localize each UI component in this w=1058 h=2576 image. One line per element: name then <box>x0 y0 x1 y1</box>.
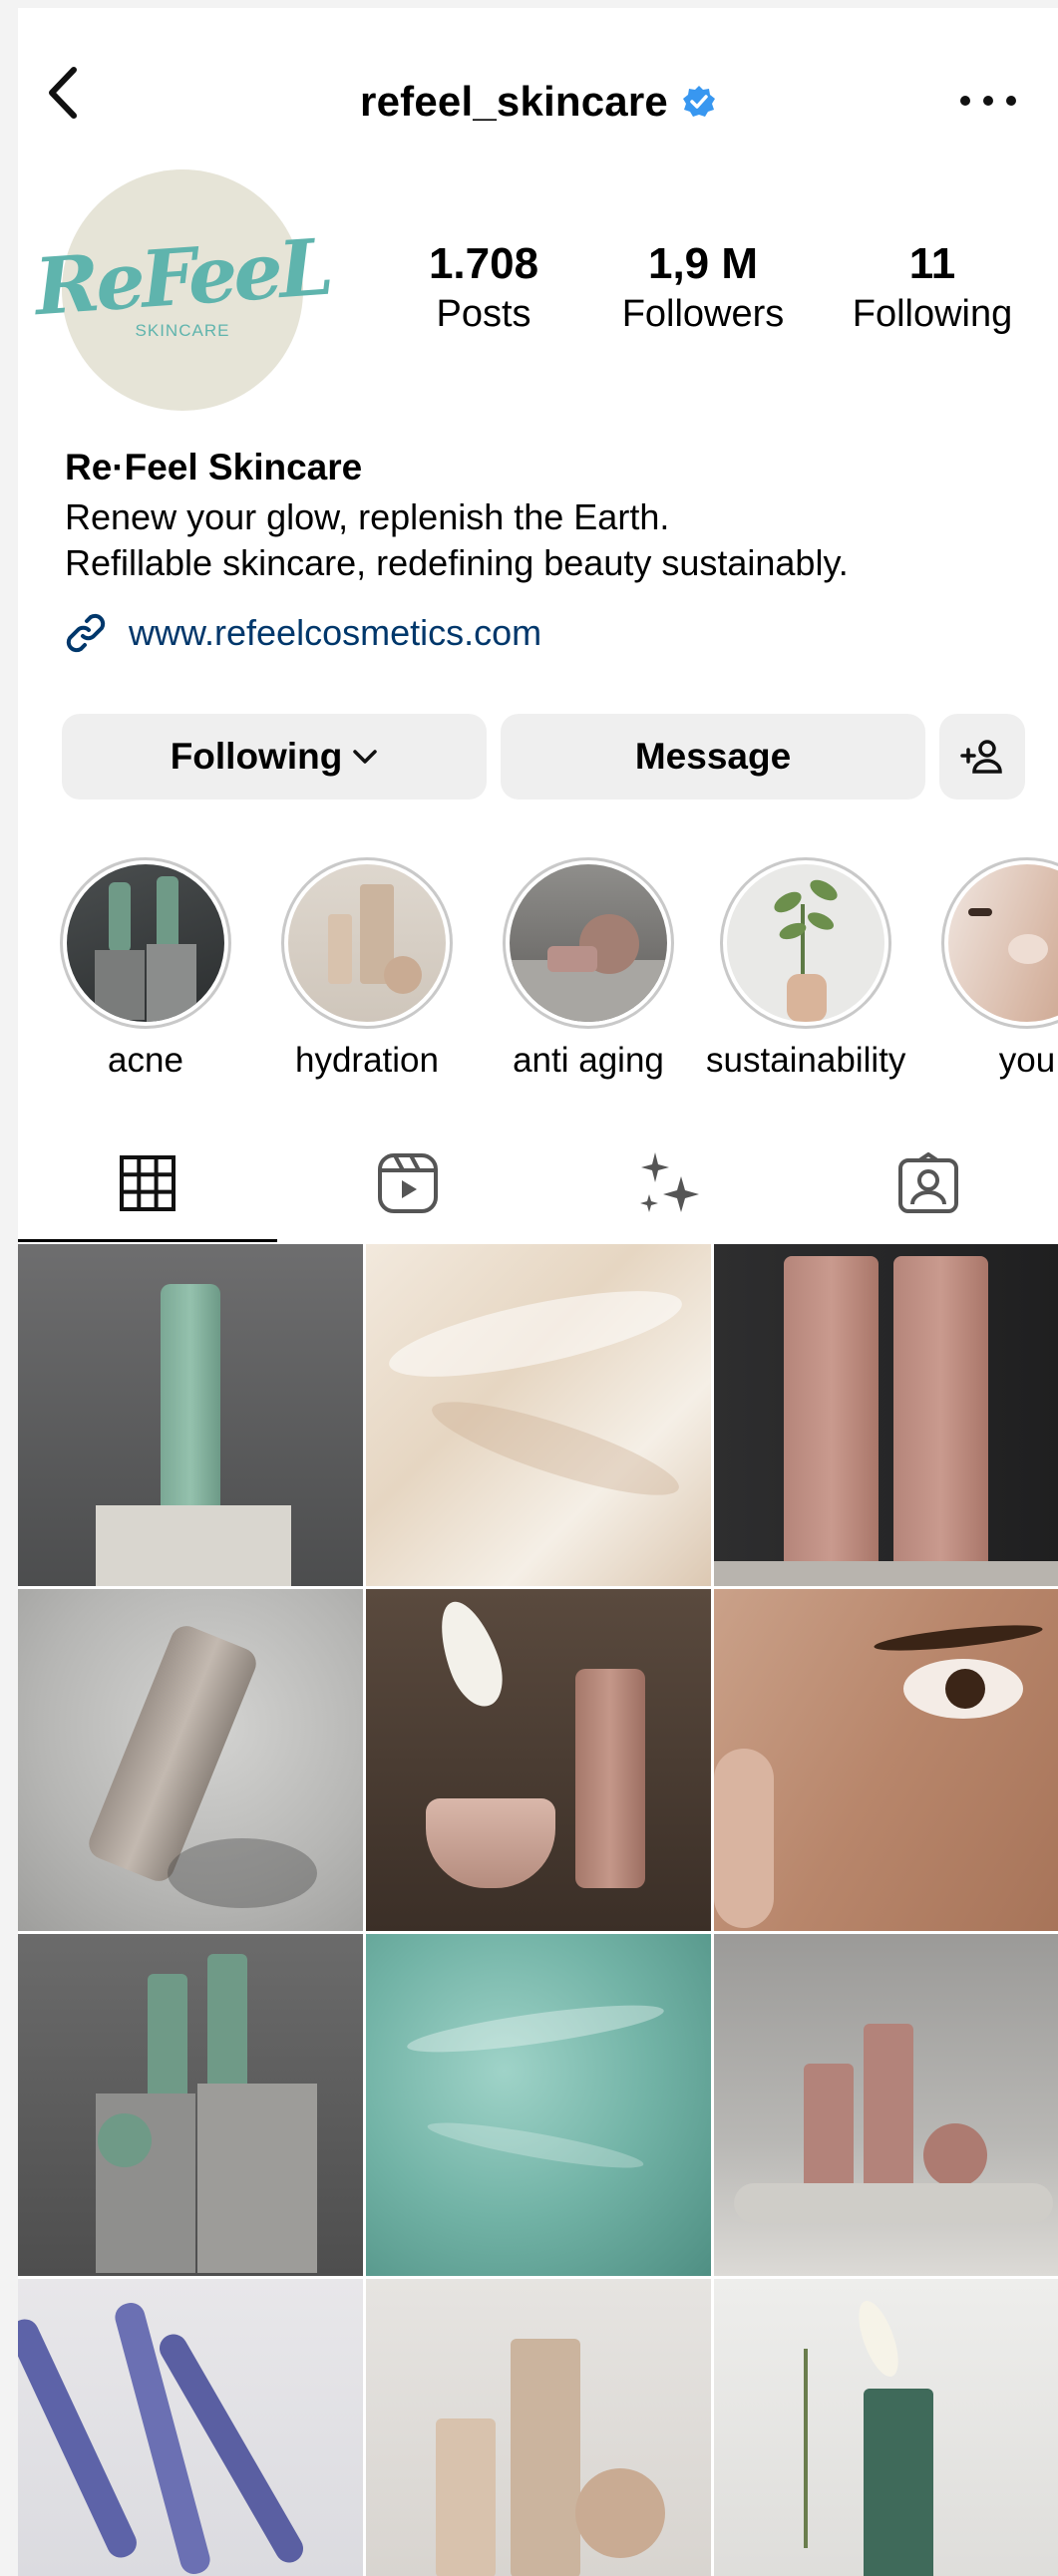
highlight-item[interactable]: anti aging <box>489 857 688 1081</box>
dot-icon <box>1006 96 1016 106</box>
highlight-cover <box>727 864 884 1022</box>
bio-link-text: www.refeelcosmetics.com <box>129 612 542 653</box>
highlight-item[interactable]: hydration <box>267 857 467 1081</box>
highlight-ring <box>60 857 231 1029</box>
grid-post[interactable] <box>714 1934 1058 2276</box>
grid-post[interactable] <box>366 1589 711 1931</box>
highlight-label: you <box>998 1041 1056 1080</box>
grid-post[interactable] <box>714 2279 1058 2576</box>
grid-post[interactable] <box>366 1934 711 2276</box>
reels-icon <box>378 1153 438 1213</box>
followers-count: 1,9 M <box>647 239 759 288</box>
posts-count: 1.708 <box>428 239 539 288</box>
highlight-ring <box>720 857 891 1029</box>
brand-logo: ReFeeL <box>32 221 333 334</box>
stat-followers[interactable]: 1,9 M Followers <box>603 239 803 336</box>
profile-avatar[interactable]: ReFeeL SKINCARE <box>32 169 333 411</box>
grid-post[interactable] <box>18 1934 363 2276</box>
username-wrap: refeel_skincare <box>18 78 1058 126</box>
highlight-item[interactable]: acne <box>46 857 245 1081</box>
add-user-icon <box>960 740 1002 774</box>
bio-link[interactable]: www.refeelcosmetics.com <box>63 610 541 656</box>
highlight-item[interactable]: sustainability <box>706 857 905 1081</box>
highlight-ring <box>281 857 453 1029</box>
highlight-ring <box>941 857 1058 1029</box>
suggest-users-button[interactable] <box>939 714 1025 800</box>
profile-screen: refeel_skincare ReFeeL SKINCARE 1.708 Po… <box>0 0 1058 2576</box>
highlight-cover <box>288 864 446 1022</box>
highlight-cover <box>67 864 224 1022</box>
highlight-label: hydration <box>295 1041 439 1080</box>
tab-effects[interactable] <box>538 1125 798 1242</box>
posts-label: Posts <box>436 293 531 335</box>
grid-post[interactable] <box>366 2279 711 2576</box>
profile-bio: Re·Feel Skincare Renew your glow, replen… <box>65 447 1022 586</box>
status-bar-area <box>0 0 1058 8</box>
left-edge <box>0 0 18 2576</box>
tab-reels[interactable] <box>278 1125 537 1242</box>
grid-icon <box>120 1155 176 1211</box>
tagged-icon <box>898 1152 958 1213</box>
highlight-label: sustainability <box>706 1041 906 1080</box>
more-options-button[interactable] <box>960 86 1016 116</box>
highlight-ring <box>503 857 674 1029</box>
tab-tagged[interactable] <box>799 1125 1058 1242</box>
profile-username: refeel_skincare <box>360 78 668 125</box>
stat-posts[interactable]: 1.708 Posts <box>399 239 568 336</box>
story-highlights: acne hydration anti aging sustainability… <box>0 857 1058 1087</box>
highlight-cover <box>510 864 667 1022</box>
following-button-label: Following <box>170 736 343 777</box>
bio-line: Refillable skincare, redefining beauty s… <box>65 542 849 583</box>
following-label: Following <box>852 293 1013 335</box>
bio-name: Re·Feel Skincare <box>65 447 363 487</box>
link-icon <box>66 613 106 653</box>
message-button[interactable]: Message <box>501 714 925 800</box>
bio-line: Renew your glow, replenish the Earth. <box>65 496 670 537</box>
sparkle-icon <box>640 1152 699 1212</box>
highlight-cover <box>948 864 1058 1022</box>
dot-icon <box>983 96 993 106</box>
grid-post[interactable] <box>366 1244 711 1586</box>
profile-header: refeel_skincare <box>18 8 1058 187</box>
following-count: 11 <box>908 239 956 288</box>
profile-stats: 1.708 Posts 1,9 M Followers 11 Following <box>399 239 1037 349</box>
profile-tabs <box>18 1125 1058 1242</box>
grid-post[interactable] <box>714 1244 1058 1586</box>
tab-posts-grid[interactable] <box>18 1125 277 1242</box>
grid-post[interactable] <box>18 1589 363 1931</box>
message-button-label: Message <box>634 736 792 777</box>
dot-icon <box>960 96 970 106</box>
chevron-down-icon <box>353 750 378 764</box>
following-button[interactable]: Following <box>62 714 487 800</box>
highlight-label: acne <box>108 1041 183 1080</box>
verified-badge-icon <box>682 85 716 119</box>
grid-post[interactable] <box>18 1244 363 1586</box>
highlight-label: anti aging <box>513 1041 664 1080</box>
grid-post[interactable] <box>18 2279 363 2576</box>
grid-post[interactable] <box>714 1589 1058 1931</box>
followers-label: Followers <box>621 293 785 335</box>
highlight-item[interactable]: you <box>927 857 1058 1081</box>
stat-following[interactable]: 11 Following <box>828 239 1037 336</box>
